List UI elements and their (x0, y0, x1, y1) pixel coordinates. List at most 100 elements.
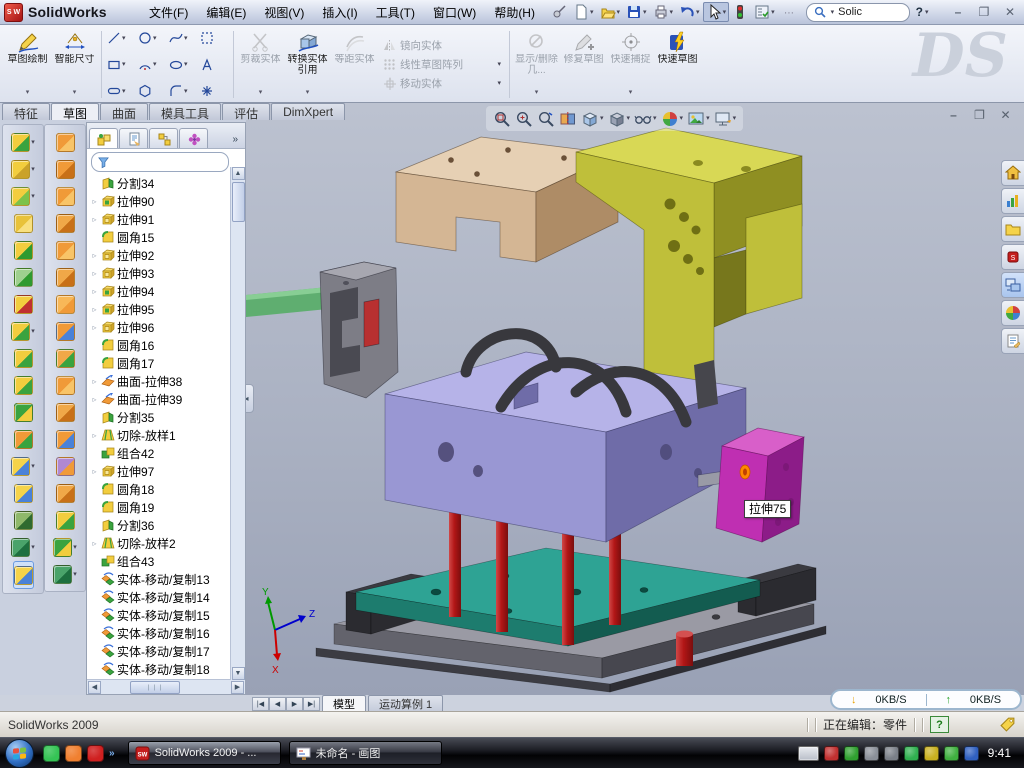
chevron-down-icon[interactable]: ▾ (600, 115, 604, 122)
offset-surface-button[interactable] (56, 507, 75, 533)
chevron-down-icon[interactable]: ▾ (73, 571, 77, 578)
tree-item[interactable]: ▹切除-放样2 (90, 534, 245, 552)
chevron-down-icon[interactable]: ▾ (31, 544, 35, 551)
sketch-polygon-button[interactable] (138, 84, 166, 98)
panel-overflow-chevron[interactable]: » (227, 134, 243, 148)
scroll-up-button[interactable]: ▲ (232, 167, 245, 180)
edit-appearance-button[interactable]: ▾ (661, 110, 684, 128)
split-body-button[interactable] (14, 399, 33, 425)
zoom-fit-button[interactable] (493, 110, 511, 128)
sketch-line-button[interactable]: ▾ (107, 31, 135, 45)
chevron-down-icon[interactable]: ▾ (723, 9, 727, 16)
ribbon-smart-dimension-button[interactable]: 智能尺寸▾ (51, 27, 98, 102)
combine-bodies-button[interactable] (14, 372, 33, 398)
search-box[interactable]: ▾ Solic (806, 3, 910, 22)
expand-arrow-icon[interactable]: ▹ (90, 377, 99, 386)
sketch-spline-button[interactable]: ▾ (169, 31, 197, 45)
tree-item[interactable]: ▹拉伸92 (90, 246, 245, 264)
linear-pattern-button[interactable]: ▾ (11, 318, 35, 344)
chevron-down-icon[interactable]: ▾ (73, 88, 77, 96)
tree-item[interactable]: ▹拉伸97 (90, 462, 245, 480)
chevron-down-icon[interactable]: ▾ (590, 9, 594, 16)
deform-button[interactable] (56, 210, 75, 236)
overflow-button[interactable]: ⋯ (778, 2, 800, 22)
pin-button[interactable] (548, 2, 570, 22)
tray-sync-ball-icon[interactable] (964, 746, 979, 761)
chevron-down-icon[interactable]: ▾ (497, 61, 501, 68)
scroll-left-button[interactable]: ◀ (88, 681, 101, 694)
expand-arrow-icon[interactable]: ▹ (90, 539, 99, 548)
language-keyboard-icon[interactable] (798, 746, 819, 761)
tree-item[interactable]: ▹拉伸91 (90, 210, 245, 228)
panel-tab-0[interactable] (89, 128, 118, 148)
chevron-down-icon[interactable]: ▾ (122, 35, 126, 42)
tree-item[interactable]: 组合43 (90, 552, 245, 570)
chevron-down-icon[interactable]: ▾ (670, 9, 674, 16)
task-button-0[interactable]: SWSolidWorks 2009 - ... (128, 741, 281, 765)
tree-item[interactable]: 实体-移动/复制18 (90, 660, 245, 678)
new-document-button[interactable]: ▾ (570, 2, 597, 22)
expand-arrow-icon[interactable]: ▹ (90, 323, 99, 332)
ribbon-display-delete-button[interactable]: 显示/删除几...▾ (513, 27, 560, 102)
chevron-down-icon[interactable]: ▾ (31, 328, 35, 335)
command-tab-4[interactable]: 评估 (222, 103, 270, 120)
start-button[interactable] (5, 739, 34, 768)
doc-nav-button-1[interactable]: ◀ (269, 697, 286, 711)
chevron-down-icon[interactable]: ▾ (31, 139, 35, 146)
ruled-surface-button[interactable]: ▾ (53, 561, 77, 587)
menu-item-1[interactable]: 编辑(E) (197, 1, 255, 24)
chevron-down-icon[interactable]: ▾ (184, 35, 188, 42)
scrollbar-thumb[interactable]: ❘❘❘ (130, 681, 180, 694)
netspeed-widget[interactable]: ↓ 0KB/S ↑ 0KB/S (830, 689, 1022, 710)
tray-vpn-pin-icon[interactable] (904, 746, 919, 761)
taskpane-tab-appearances[interactable] (1001, 300, 1024, 326)
shell-button[interactable] (14, 237, 33, 263)
tree-horizontal-scrollbar[interactable]: ◀ ❘❘❘ ▶ (87, 679, 245, 694)
tray-antivirus-shield-icon[interactable] (824, 746, 839, 761)
chevron-down-icon[interactable]: ▾ (643, 9, 647, 16)
tree-item[interactable]: 实体-移动/复制14 (90, 588, 245, 606)
chevron-down-icon[interactable]: ▾ (617, 9, 621, 16)
menu-item-5[interactable]: 窗口(W) (424, 1, 485, 24)
menu-item-4[interactable]: 工具(T) (367, 1, 424, 24)
tree-item[interactable]: 分割36 (90, 516, 245, 534)
tree-item[interactable]: ▹拉伸90 (90, 192, 245, 210)
ribbon-rapid-sketch-button[interactable]: 快速草图 (654, 27, 701, 102)
chevron-down-icon[interactable]: ▾ (31, 166, 35, 173)
ribbon-move-entities-button[interactable]: 移动实体▾ (383, 76, 501, 91)
quicklaunch-messenger-icon[interactable] (43, 745, 60, 762)
select-button[interactable]: ▾ (703, 2, 730, 22)
scrollbar-thumb[interactable] (232, 182, 245, 222)
doc-tab-1[interactable]: 运动算例 1 (368, 695, 443, 711)
freeform-button[interactable] (56, 264, 75, 290)
close-button[interactable]: ✕ (1000, 4, 1020, 20)
filled-surface-button[interactable] (56, 453, 75, 479)
instant3d-button[interactable] (13, 561, 34, 589)
revolved-surface-button[interactable] (56, 345, 75, 371)
indent-button[interactable] (56, 237, 75, 263)
quicklaunch-launcher-icon[interactable] (65, 745, 82, 762)
scroll-right-button[interactable]: ▶ (231, 681, 244, 694)
sketch-circle-button[interactable]: ▾ (138, 31, 166, 45)
ribbon-quick-snaps-button[interactable]: 快速捕捉▾ (607, 27, 654, 102)
ribbon-mirror-entities-button[interactable]: 镜向实体 (383, 38, 501, 53)
chevron-down-icon[interactable]: ▾ (73, 544, 77, 551)
command-tab-1[interactable]: 草图 (51, 103, 99, 120)
taskpane-tab-custom-properties[interactable] (1001, 328, 1024, 354)
tray-network-warning-icon[interactable] (924, 746, 939, 761)
tree-filter-box[interactable] (91, 152, 229, 172)
draft-button[interactable] (14, 264, 33, 290)
doc-tab-0[interactable]: 模型 (322, 695, 366, 711)
quicklaunch-solidworks-icon[interactable] (87, 745, 104, 762)
tree-item[interactable]: ▹曲面-拉伸38 (90, 372, 245, 390)
expand-arrow-icon[interactable]: ▹ (90, 287, 99, 296)
chevron-down-icon[interactable]: ▾ (184, 61, 188, 68)
chevron-down-icon[interactable]: ▾ (26, 88, 30, 96)
sketch-text-button[interactable] (200, 58, 228, 72)
ribbon-linear-pattern-button[interactable]: 线性草图阵列▾ (383, 57, 501, 72)
ribbon-convert-entities-button[interactable]: 转换实体引用▾ (284, 27, 331, 102)
tree-vertical-scrollbar[interactable]: ▲ ▼ (230, 167, 245, 680)
ribbon-repair-sketch-button[interactable]: 修复草图 (560, 27, 607, 102)
panel-tab-1[interactable] (119, 128, 148, 148)
rib-button[interactable] (14, 345, 33, 371)
